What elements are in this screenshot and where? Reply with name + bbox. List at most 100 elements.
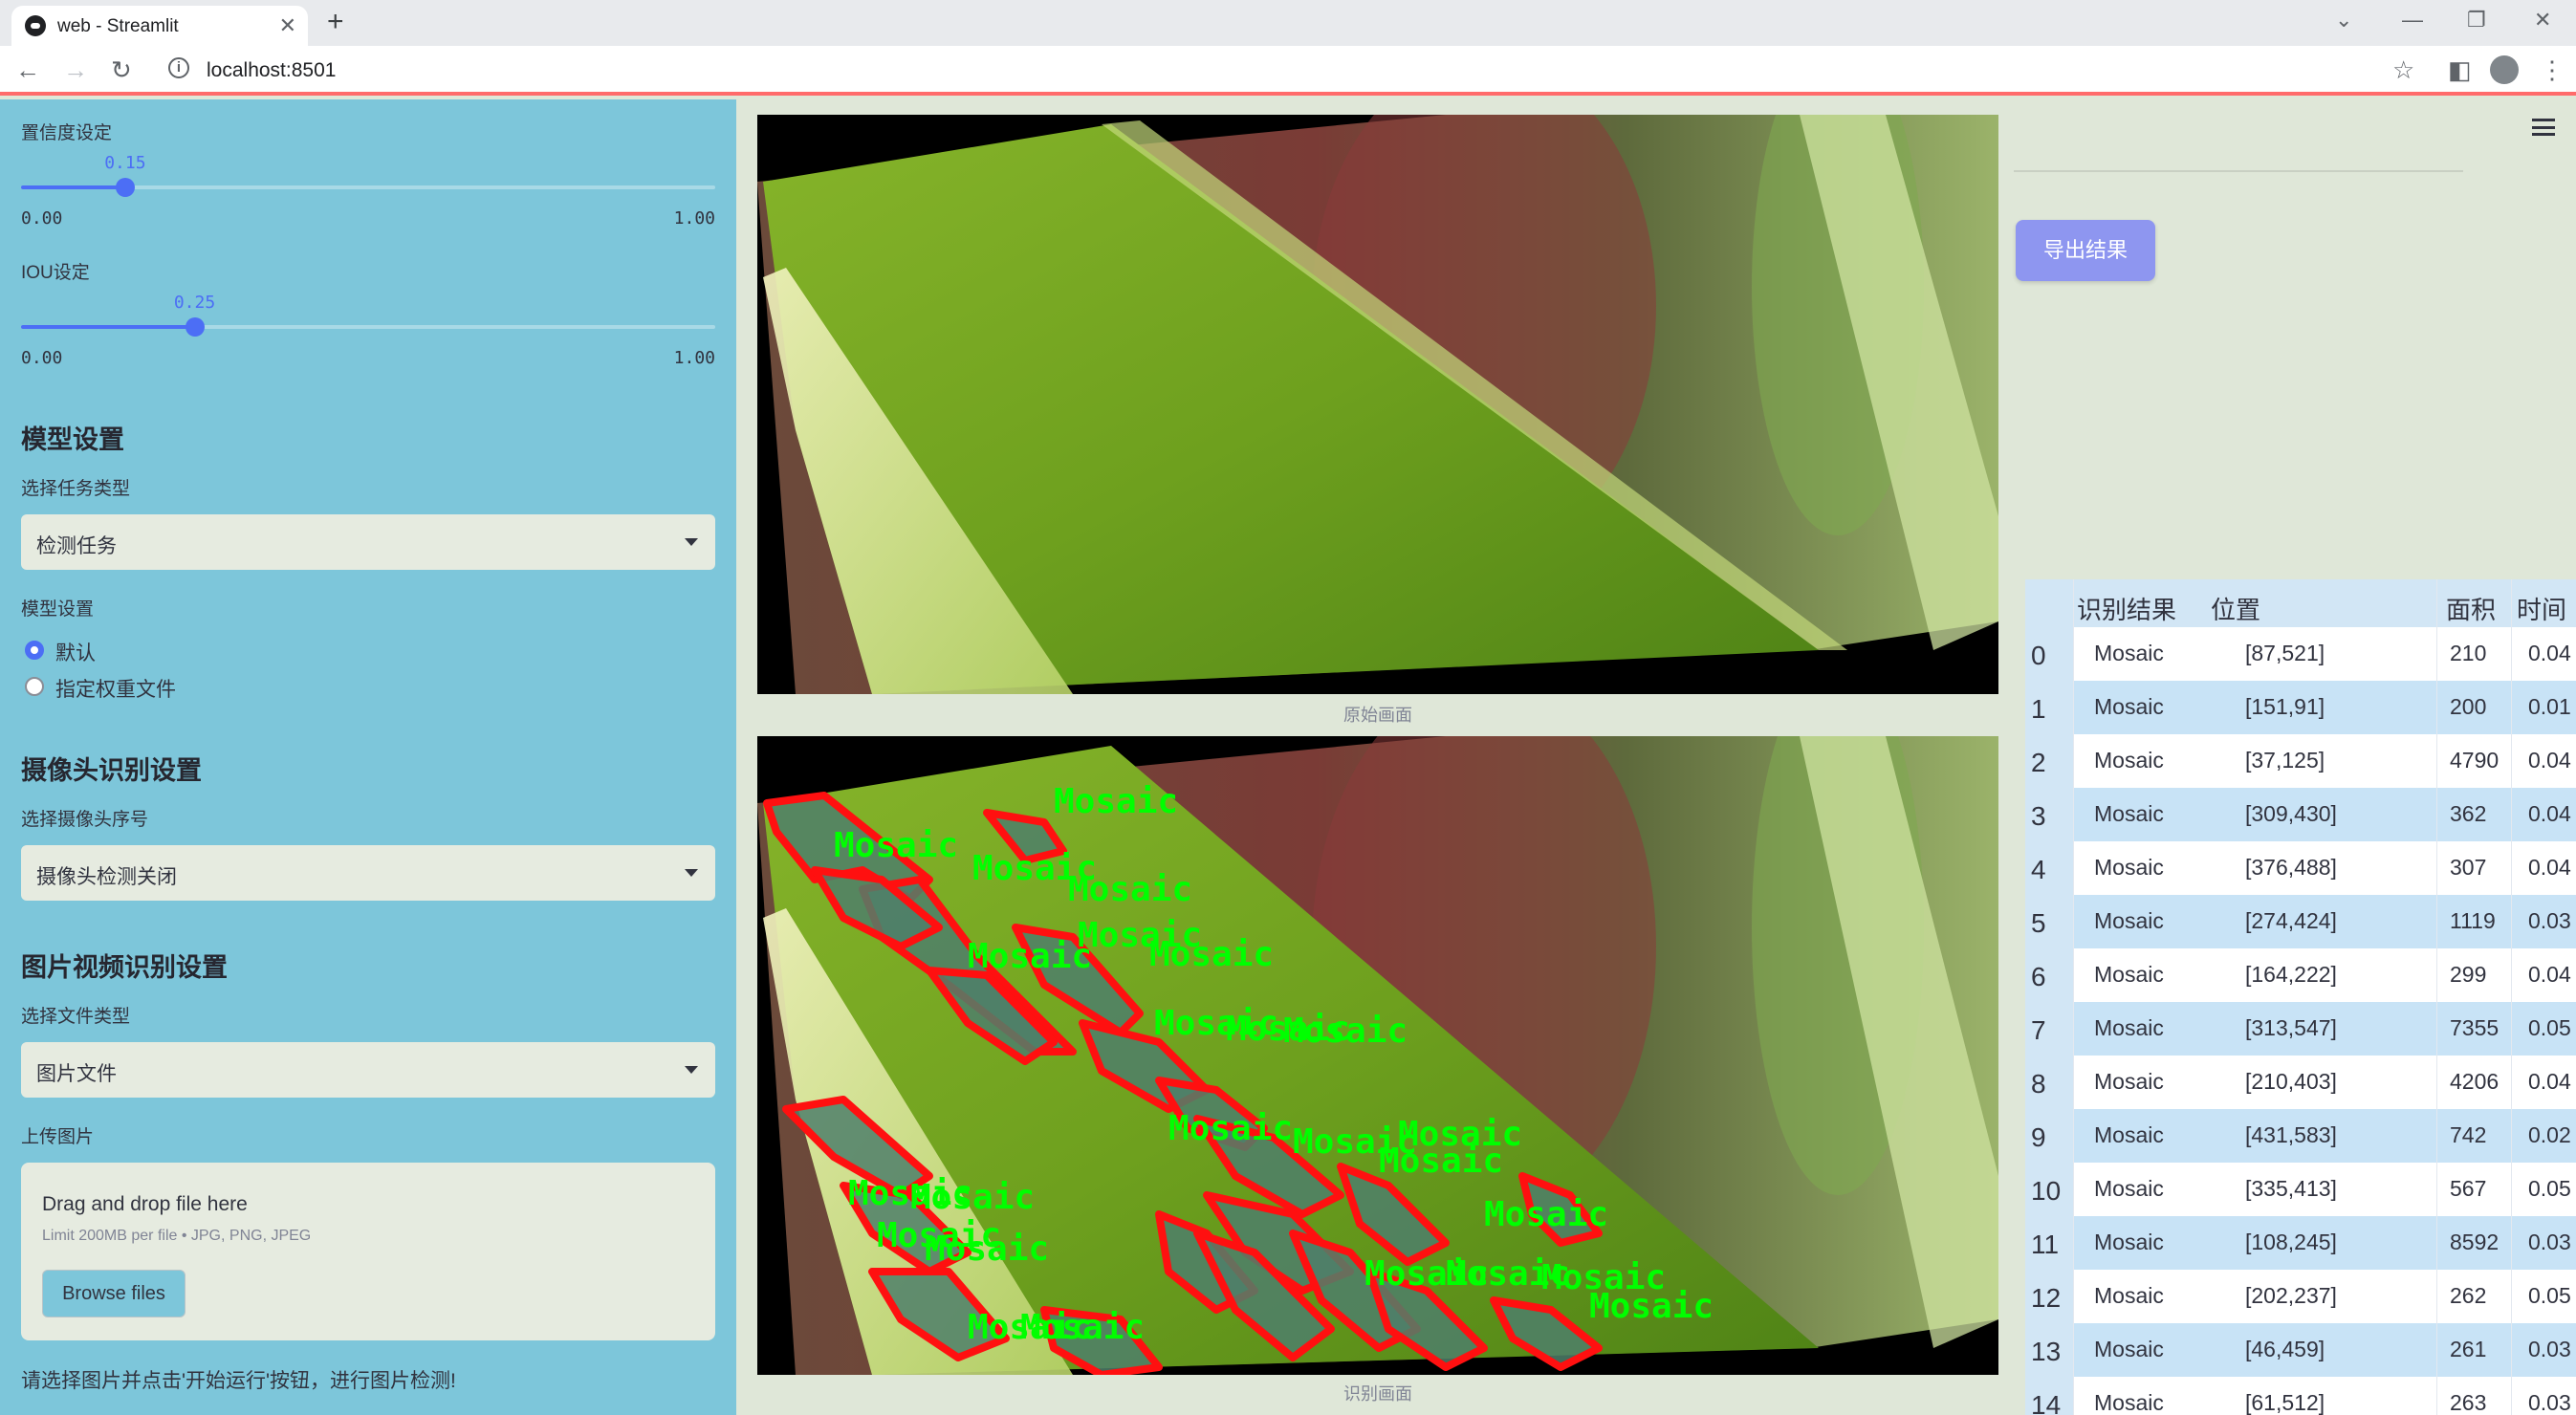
- cell-area: 742: [2450, 1122, 2487, 1147]
- radio-unselected-icon: [25, 677, 44, 696]
- minimize-icon[interactable]: —: [2402, 8, 2423, 33]
- iou-slider[interactable]: [21, 317, 715, 337]
- iou-slider-thumb[interactable]: [185, 317, 205, 337]
- row-index: 11: [2025, 1216, 2073, 1270]
- row-index: 4: [2025, 841, 2073, 895]
- cell-position: [61,512]: [2245, 1390, 2325, 1415]
- file-dropzone[interactable]: Drag and drop file here Limit 200MB per …: [21, 1163, 715, 1340]
- table-row[interactable]: 12 Mosaic [202,237] 262 0.05: [2025, 1270, 2576, 1323]
- file-type-select[interactable]: 图片文件: [21, 1042, 715, 1098]
- detection-label: Mosaic: [1068, 870, 1192, 909]
- export-results-button[interactable]: 导出结果: [2016, 220, 2155, 281]
- streamlit-favicon-icon: [25, 15, 46, 36]
- confidence-label: 置信度设定: [21, 123, 113, 143]
- bookmark-star-icon[interactable]: ☆: [2392, 55, 2414, 85]
- camera-index-label: 选择摄像头序号: [21, 810, 149, 830]
- table-row[interactable]: 4 Mosaic [376,488] 307 0.04: [2025, 841, 2576, 895]
- restore-icon[interactable]: ❐: [2467, 8, 2486, 33]
- detection-label: Mosaic: [910, 1178, 1035, 1217]
- task-type-label: 选择任务类型: [21, 479, 131, 499]
- close-window-icon[interactable]: ✕: [2534, 8, 2551, 33]
- table-row[interactable]: 6 Mosaic [164,222] 299 0.04: [2025, 948, 2576, 1002]
- detection-overlay: MosaicMosaicMosaicMosaicMosaicMosaic Mosa…: [757, 736, 1998, 1375]
- new-tab-icon[interactable]: +: [327, 6, 344, 38]
- row-index: 6: [2025, 948, 2073, 1002]
- browser-menu-icon[interactable]: ⋮: [2540, 55, 2565, 85]
- column-divider: [2511, 579, 2512, 1415]
- row-index: 7: [2025, 1002, 2073, 1056]
- cell-time: 0.03: [2528, 1230, 2571, 1254]
- confidence-max: 1.00: [673, 208, 715, 229]
- header-position: 位置: [2211, 596, 2261, 624]
- iou-slider-fill: [21, 325, 195, 329]
- table-row[interactable]: 1 Mosaic [151,91] 200 0.01: [2025, 681, 2576, 734]
- profile-avatar-icon[interactable]: [2490, 55, 2519, 84]
- table-row[interactable]: 14 Mosaic [61,512] 263 0.03: [2025, 1377, 2576, 1415]
- table-row[interactable]: 13 Mosaic [46,459] 261 0.03: [2025, 1323, 2576, 1377]
- model-settings-heading: 模型设置: [21, 425, 124, 454]
- cell-result: Mosaic: [2094, 1283, 2164, 1308]
- forward-arrow-icon[interactable]: →: [63, 55, 88, 85]
- site-info-icon[interactable]: i: [168, 57, 189, 78]
- cell-position: [210,403]: [2245, 1069, 2337, 1094]
- model-label: 模型设置: [21, 599, 95, 620]
- cell-result: Mosaic: [2094, 1122, 2164, 1147]
- browser-tab[interactable]: web - Streamlit ✕: [11, 6, 308, 46]
- table-row[interactable]: 11 Mosaic [108,245] 8592 0.03: [2025, 1216, 2576, 1270]
- cell-area: 4206: [2450, 1069, 2500, 1094]
- cell-position: [309,430]: [2245, 801, 2337, 826]
- confidence-slider-thumb[interactable]: [115, 178, 135, 197]
- detection-label: Mosaic: [968, 937, 1092, 976]
- detection-label: Mosaic: [1484, 1195, 1608, 1234]
- table-row[interactable]: 8 Mosaic [210,403] 4206 0.04: [2025, 1056, 2576, 1109]
- table-row[interactable]: 3 Mosaic [309,430] 362 0.04: [2025, 788, 2576, 841]
- confidence-slider[interactable]: [21, 178, 715, 197]
- results-table[interactable]: 识别结果 位置 面积 时间 0 Mosaic [87,521] 210 0.04 1 Mos…: [2025, 579, 2576, 1415]
- header-time: 时间: [2517, 596, 2567, 624]
- radio-default-label: 默认: [55, 642, 96, 664]
- radio-selected-icon: [25, 641, 44, 660]
- iou-min: 0.00: [21, 348, 63, 368]
- cell-time: 0.03: [2528, 1337, 2571, 1361]
- cell-result: Mosaic: [2094, 1069, 2164, 1094]
- table-row[interactable]: 9 Mosaic [431,583] 742 0.02: [2025, 1109, 2576, 1163]
- cell-position: [431,583]: [2245, 1122, 2337, 1147]
- cell-time: 0.05: [2528, 1283, 2571, 1308]
- task-type-select[interactable]: 检测任务: [21, 514, 715, 570]
- row-index: 9: [2025, 1109, 2073, 1163]
- reload-icon[interactable]: ↻: [111, 55, 132, 85]
- sidebar: 置信度设定 0.15 0.00 1.00 IOU设定 0.25 0.00 1.0…: [0, 99, 736, 1415]
- cell-result: Mosaic: [2094, 908, 2164, 933]
- address-bar[interactable]: i localhost:8501: [159, 52, 2415, 88]
- confidence-value: 0.15: [104, 153, 146, 173]
- camera-value: 摄像头检测关闭: [36, 866, 177, 888]
- detection-label: Mosaic: [1020, 1308, 1145, 1347]
- dropzone-title: Drag and drop file here: [42, 1193, 248, 1215]
- streamlit-menu-icon[interactable]: [2532, 119, 2555, 136]
- table-row[interactable]: 0 Mosaic [87,521] 210 0.04: [2025, 627, 2576, 681]
- iou-label: IOU设定: [21, 263, 90, 283]
- back-arrow-icon[interactable]: ←: [15, 55, 40, 85]
- column-divider: [2073, 579, 2074, 1415]
- cell-result: Mosaic: [2094, 1176, 2164, 1201]
- cell-area: 262: [2450, 1283, 2487, 1308]
- table-header: 识别结果 位置 面积 时间: [2025, 579, 2576, 627]
- table-row[interactable]: 2 Mosaic [37,125] 4790 0.04: [2025, 734, 2576, 788]
- cell-time: 0.04: [2528, 1069, 2571, 1094]
- iou-max: 1.00: [673, 348, 715, 368]
- row-index: 12: [2025, 1270, 2073, 1323]
- table-row[interactable]: 10 Mosaic [335,413] 567 0.05: [2025, 1163, 2576, 1216]
- table-row[interactable]: 5 Mosaic [274,424] 1119 0.03: [2025, 895, 2576, 948]
- table-row[interactable]: 7 Mosaic [313,547] 7355 0.05: [2025, 1002, 2576, 1056]
- original-image: [757, 115, 1998, 694]
- close-tab-icon[interactable]: ✕: [279, 13, 296, 38]
- camera-select[interactable]: 摄像头检测关闭: [21, 845, 715, 901]
- row-index: 1: [2025, 681, 2073, 734]
- radio-custom-label: 指定权重文件: [55, 679, 176, 701]
- side-panel-icon[interactable]: ◧: [2448, 55, 2472, 85]
- tab-search-chevron-icon[interactable]: ⌄: [2335, 8, 2352, 33]
- instruction-text: 请选择图片并点击'开始运行'按钮，进行图片检测!: [21, 1370, 456, 1392]
- divider: [2014, 170, 2463, 172]
- browse-files-button[interactable]: Browse files: [42, 1270, 186, 1317]
- row-index: 10: [2025, 1163, 2073, 1216]
